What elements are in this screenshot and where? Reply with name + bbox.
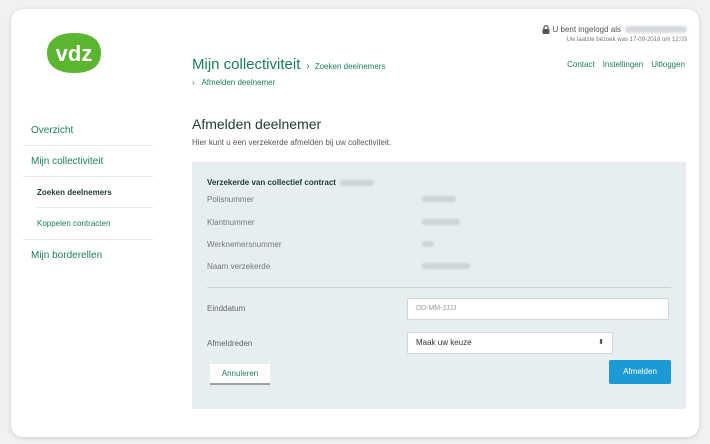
info-row-polisnummer: Polisnummer: [207, 195, 456, 204]
breadcrumb: › Afmelden deelnemer: [192, 78, 275, 87]
info-label: Naam verzekerde: [207, 262, 271, 271]
deregister-panel: Verzekerde van collectief contract Polis…: [192, 162, 686, 409]
content-subtitle: Hier kunt u een verzekerde afmelden bij …: [192, 138, 392, 147]
divider: [207, 287, 671, 288]
login-info: U bent ingelogd als Uw laatste bezoek wa…: [542, 25, 687, 43]
top-links: Contact Instellingen Uitloggen: [567, 60, 685, 69]
panel-heading: Verzekerde van collectief contract: [207, 178, 374, 187]
vdz-logo[interactable]: vdz: [43, 31, 105, 75]
submit-button[interactable]: Afmelden: [609, 360, 671, 384]
breadcrumb-separator-icon: ›: [192, 78, 195, 87]
reason-label: Afmeldreden: [207, 339, 253, 348]
sidebar-subnav: Zoeken deelnemers Koppelen contracten: [23, 177, 153, 240]
select-caret-icon: ⬍: [598, 339, 604, 346]
sidebar-item-mijn-collectiviteit[interactable]: Mijn collectiviteit: [23, 146, 153, 177]
panel-heading-text: Verzekerde van collectief contract: [207, 178, 336, 187]
info-label: Polisnummer: [207, 195, 254, 204]
page-header: Mijn collectiviteit › Zoeken deelnemers: [192, 56, 385, 73]
end-date-label: Einddatum: [207, 304, 246, 313]
info-label: Werknemersnummer: [207, 240, 282, 249]
user-name-redacted: [625, 26, 687, 33]
info-value-redacted: [422, 263, 470, 269]
last-visit-text: Uw laatste bezoek was 17-09-2018 om 12:0…: [566, 37, 687, 43]
info-row-klantnummer: Klantnummer: [207, 218, 460, 227]
page-title: Mijn collectiviteit: [192, 56, 301, 73]
sidebar-item-zoeken-deelnemers[interactable]: Zoeken deelnemers: [37, 177, 153, 208]
info-row-werknemersnummer: Werknemersnummer: [207, 240, 434, 249]
sidebar-item-overzicht[interactable]: Overzicht: [23, 115, 153, 146]
svg-text:vdz: vdz: [56, 41, 93, 66]
app-window: vdz Mijn collectiviteit › Zoeken deelnem…: [11, 9, 699, 437]
logged-in-label: U bent ingelogd als: [552, 25, 622, 34]
lock-icon: [542, 25, 549, 34]
logout-link[interactable]: Uitloggen: [651, 60, 685, 69]
sidebar-item-mijn-borderellen[interactable]: Mijn borderellen: [23, 240, 153, 271]
info-value-redacted: [422, 241, 434, 247]
info-label: Klantnummer: [207, 218, 255, 227]
reason-select-value: Maak uw keuze: [416, 338, 472, 347]
sidebar: Overzicht Mijn collectiviteit Zoeken dee…: [23, 115, 153, 271]
breadcrumb-afmelden-deelnemer[interactable]: Afmelden deelnemer: [201, 78, 275, 87]
breadcrumb-separator-icon: ›: [306, 61, 310, 72]
content-title: Afmelden deelnemer: [192, 116, 322, 132]
cancel-button[interactable]: Annuleren: [210, 364, 270, 385]
settings-link[interactable]: Instellingen: [603, 60, 643, 69]
contract-number-redacted: [339, 179, 374, 186]
reason-select[interactable]: Maak uw keuze ⬍: [407, 332, 613, 354]
info-row-naam-verzekerde: Naam verzekerde: [207, 262, 470, 271]
sidebar-item-koppelen-contracten[interactable]: Koppelen contracten: [23, 208, 153, 239]
breadcrumb-zoeken-deelnemers[interactable]: Zoeken deelnemers: [315, 62, 386, 71]
info-value-redacted: [422, 219, 460, 225]
contact-link[interactable]: Contact: [567, 60, 595, 69]
info-value-redacted: [422, 196, 456, 202]
end-date-input[interactable]: DD-MM-JJJJ: [407, 298, 669, 320]
